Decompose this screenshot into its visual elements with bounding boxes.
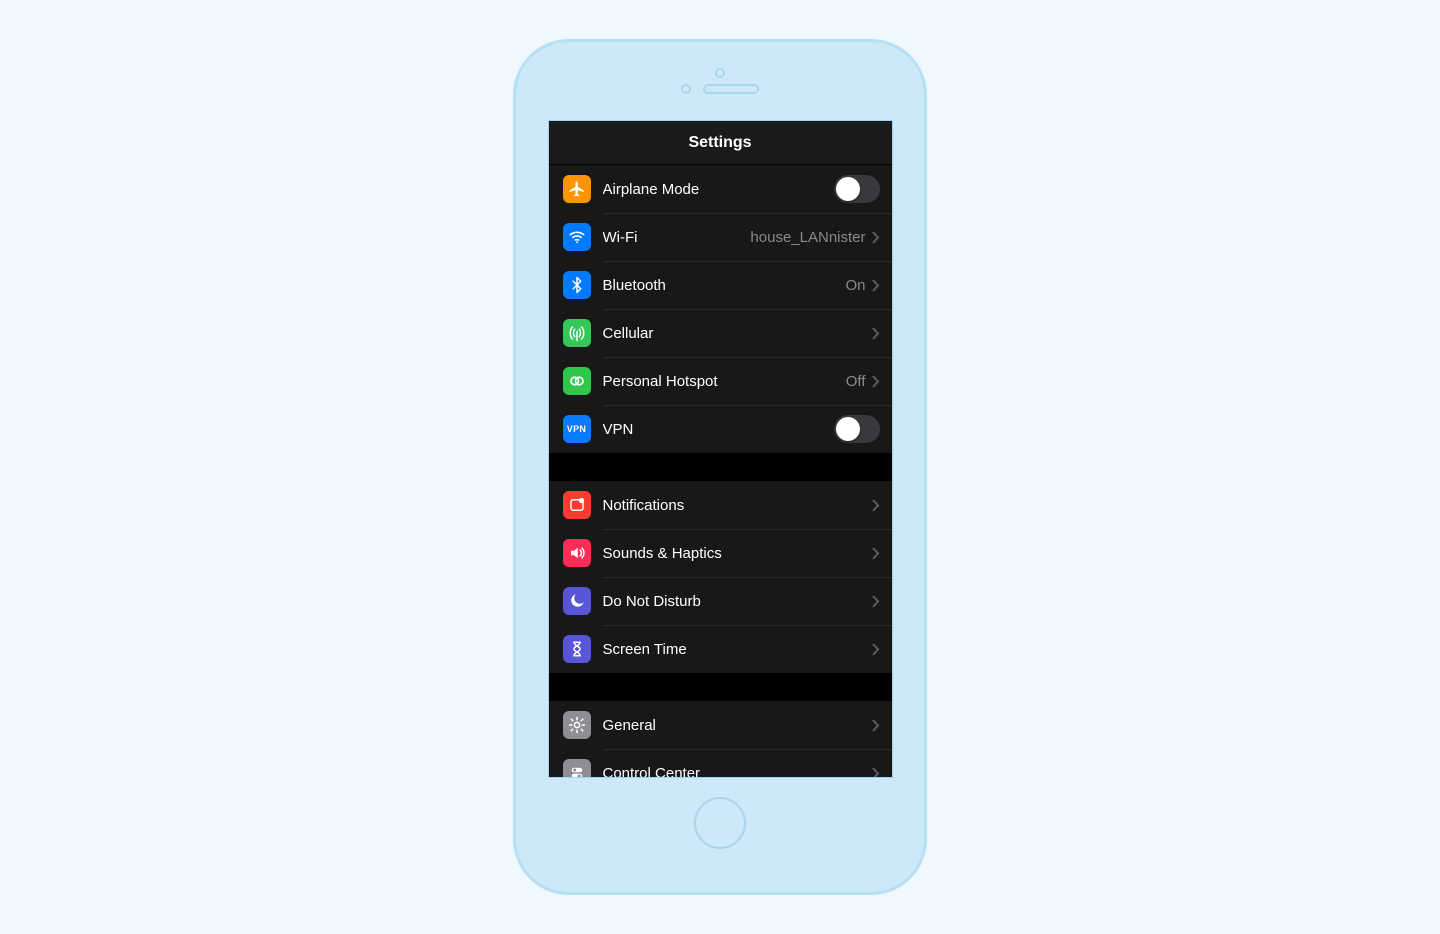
airplane-toggle[interactable] (834, 175, 880, 203)
vpn-icon: VPN (563, 415, 591, 443)
row-label: Personal Hotspot (603, 373, 846, 390)
chevron-right-icon (872, 231, 880, 244)
speaker-row (681, 84, 759, 94)
row-label: Airplane Mode (603, 181, 834, 198)
chevron-right-icon (872, 499, 880, 512)
settings-group: General Control Center (549, 701, 892, 777)
row-label: Screen Time (603, 641, 872, 658)
chevron-right-icon (872, 327, 880, 340)
row-label: Do Not Disturb (603, 593, 872, 610)
row-value: On (845, 277, 865, 294)
navbar: Settings (549, 121, 892, 165)
cellular-icon (563, 319, 591, 347)
row-value: house_LANnister (750, 229, 865, 246)
chevron-right-icon (872, 547, 880, 560)
row-do-not-disturb[interactable]: Do Not Disturb (549, 577, 892, 625)
settings-list[interactable]: Airplane Mode Wi-Fi house_LANnister Blue (549, 165, 892, 777)
sounds-icon (563, 539, 591, 567)
row-vpn[interactable]: VPN VPN (549, 405, 892, 453)
sensor-dot-icon (715, 68, 725, 78)
row-bluetooth[interactable]: Bluetooth On (549, 261, 892, 309)
settings-group: Notifications Sounds & Haptics Do Not Di… (549, 481, 892, 673)
vpn-icon-text: VPN (567, 424, 586, 434)
general-icon (563, 711, 591, 739)
row-airplane-mode[interactable]: Airplane Mode (549, 165, 892, 213)
row-label: Cellular (603, 325, 872, 342)
earpiece-icon (703, 84, 759, 94)
controlcenter-icon (563, 759, 591, 777)
chevron-right-icon (872, 279, 880, 292)
camera-dot-icon (681, 84, 691, 94)
row-wifi[interactable]: Wi-Fi house_LANnister (549, 213, 892, 261)
row-sounds[interactable]: Sounds & Haptics (549, 529, 892, 577)
phone-top-bezel (516, 42, 924, 120)
row-screen-time[interactable]: Screen Time (549, 625, 892, 673)
screen: Settings Airplane Mode Wi-Fi house (548, 120, 893, 778)
row-general[interactable]: General (549, 701, 892, 749)
phone-bottom-bezel (516, 778, 924, 868)
wifi-icon (563, 223, 591, 251)
notifications-icon (563, 491, 591, 519)
row-label: General (603, 717, 872, 734)
group-separator (549, 453, 892, 481)
row-notifications[interactable]: Notifications (549, 481, 892, 529)
row-personal-hotspot[interactable]: Personal Hotspot Off (549, 357, 892, 405)
hotspot-icon (563, 367, 591, 395)
airplane-icon (563, 175, 591, 203)
row-control-center[interactable]: Control Center (549, 749, 892, 777)
row-label: VPN (603, 421, 834, 438)
phone-frame: Settings Airplane Mode Wi-Fi house (513, 39, 927, 895)
settings-group: Airplane Mode Wi-Fi house_LANnister Blue (549, 165, 892, 453)
row-cellular[interactable]: Cellular (549, 309, 892, 357)
chevron-right-icon (872, 643, 880, 656)
group-separator (549, 673, 892, 701)
row-label: Control Center (603, 765, 872, 778)
chevron-right-icon (872, 375, 880, 388)
row-label: Sounds & Haptics (603, 545, 872, 562)
chevron-right-icon (872, 719, 880, 732)
row-label: Bluetooth (603, 277, 846, 294)
chevron-right-icon (872, 767, 880, 778)
row-value: Off (846, 373, 866, 390)
bluetooth-icon (563, 271, 591, 299)
home-button[interactable] (694, 797, 746, 849)
row-label: Notifications (603, 497, 872, 514)
dnd-icon (563, 587, 591, 615)
row-label: Wi-Fi (603, 229, 751, 246)
page-title: Settings (688, 134, 751, 152)
chevron-right-icon (872, 595, 880, 608)
vpn-toggle[interactable] (834, 415, 880, 443)
screentime-icon (563, 635, 591, 663)
